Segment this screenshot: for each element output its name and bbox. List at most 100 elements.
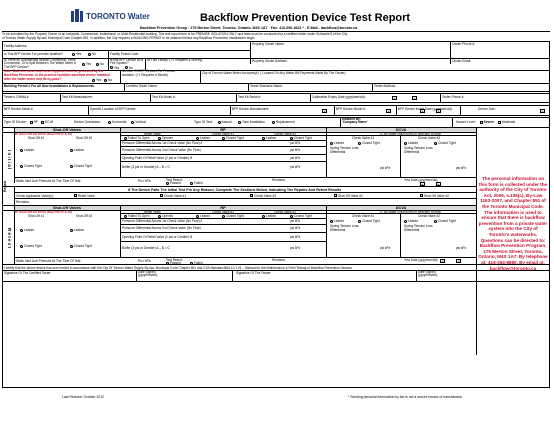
page-title: Backflow Prevention Device Test Report bbox=[200, 12, 411, 24]
toronto-logo-icon bbox=[71, 9, 83, 22]
retest-dcva-cv2-leaked[interactable]: Leaked bbox=[404, 219, 418, 223]
horizontal-radio[interactable] bbox=[108, 120, 111, 124]
retest-test-date-dropdown-2[interactable]: ▾ bbox=[456, 259, 461, 264]
hazard-level-row: Hazard Level: Severe Moderate bbox=[456, 120, 516, 124]
retest-buffer: Buffer (3 psi or Greater) A – B = C bbox=[122, 246, 170, 250]
retest-dcva-cv1-closed[interactable]: Closed Tight bbox=[358, 219, 380, 223]
checkbox-icon bbox=[160, 194, 163, 198]
repair-cv1-check[interactable]: Check Valve #1 bbox=[160, 194, 186, 198]
retest-spring-unit-1: psi kPa bbox=[380, 246, 391, 250]
tester-phone-label: Tester Phone #: bbox=[442, 95, 465, 99]
retest-opening-unit: psi kPa bbox=[290, 235, 301, 239]
building-permit-label: Building Permit # For All New Installati… bbox=[4, 83, 95, 88]
initial-so1-leaked[interactable]: Leaked bbox=[20, 148, 34, 152]
fax-note: * Sending personal information by fax is… bbox=[348, 395, 463, 399]
header-address: Backflow Prevention Group · 275 Merton S… bbox=[140, 26, 358, 30]
unprotected-yes-radio[interactable]: Yes bbox=[82, 62, 91, 66]
premise-no-radio[interactable]: No bbox=[88, 52, 96, 56]
rp-checkbox[interactable] bbox=[29, 120, 33, 124]
note-yes-radio[interactable]: Yes bbox=[92, 78, 101, 82]
initial-pdv1: Pressure Differential Across 1st Check V… bbox=[122, 141, 203, 145]
intro-line-2: of Toronto Water Supply By-law, Municipa… bbox=[2, 36, 256, 40]
initial-opening-unit: psi kPa bbox=[290, 156, 301, 160]
initial-so2-leaked[interactable]: Leaked bbox=[70, 148, 84, 152]
installed-by-label: Installed By: 'Company Name' bbox=[342, 116, 368, 125]
new-installation-radio[interactable] bbox=[238, 120, 242, 124]
calibration-dropdown[interactable]: ▾ bbox=[392, 96, 397, 101]
initial-dcva-cv2-leaked[interactable]: Leaked bbox=[404, 141, 418, 145]
initial-dcva-cv1-closed[interactable]: Closed Tight bbox=[358, 141, 380, 145]
owner-email-label: Owner Email: bbox=[452, 58, 472, 63]
repair-side-label: Repair bbox=[3, 180, 7, 192]
moderate-checkbox[interactable] bbox=[497, 120, 501, 124]
premise-yes-radio[interactable]: Yes bbox=[72, 52, 81, 56]
device-size-dropdown[interactable]: ▾ bbox=[540, 109, 545, 114]
initial-spring-2: Spring Tension Loss Differential bbox=[404, 146, 433, 154]
radio-icon bbox=[104, 78, 107, 82]
unprotected-no-radio[interactable]: No bbox=[96, 62, 104, 66]
replacement-radio[interactable] bbox=[271, 120, 275, 124]
retest-test-date: Test Date (yyyy/mm/dd): bbox=[404, 257, 439, 262]
radio-icon bbox=[404, 141, 407, 145]
radio-icon bbox=[72, 52, 75, 56]
radio-icon bbox=[434, 219, 437, 223]
repair-cv2-check[interactable]: Check Valve #2 bbox=[250, 194, 276, 198]
note-no-radio[interactable]: No bbox=[104, 78, 112, 82]
radio-icon bbox=[20, 244, 23, 248]
retest-so2-closed[interactable]: Closed Tight bbox=[70, 244, 92, 248]
retest-so1-closed[interactable]: Closed Tight bbox=[20, 244, 42, 248]
facility-count-question: At This Facility: (+1 Requires a Survey) bbox=[147, 57, 203, 62]
initial-static-line: Static Inlet Line Pressure At The Time O… bbox=[16, 179, 82, 183]
radio-icon bbox=[82, 62, 85, 66]
repair-so1-check[interactable]: Shut-Off Valve #1 bbox=[334, 194, 363, 198]
retest-so2-leaked[interactable]: Leaked bbox=[70, 228, 84, 232]
orientation-row: Device Orientation: Horizontal Vertical bbox=[74, 120, 146, 124]
date-signed-2-label: Date Signed (yyyy/mm/dd): bbox=[418, 269, 439, 278]
retest-spring-2: Spring Tension Loss Differential bbox=[404, 224, 433, 232]
initial-so1-closed[interactable]: Closed Tight bbox=[20, 164, 42, 168]
retest-pdv1-unit: psi kPa bbox=[290, 219, 301, 223]
annual-radio[interactable] bbox=[217, 120, 221, 124]
retest-test-date-dropdown[interactable]: ▾ bbox=[440, 259, 445, 264]
owner-signature-label: Signature Of The Owner: bbox=[236, 270, 272, 275]
bfp-serial-label: BFP Device Serial #: bbox=[4, 106, 34, 111]
property-owner-address-label: Property Owner Address: bbox=[252, 58, 288, 63]
retest-dcva-cv1: Check Valve #1 bbox=[352, 214, 375, 218]
vertical-radio[interactable] bbox=[131, 120, 135, 124]
initial-side-label: I n i t i a l bbox=[7, 150, 12, 170]
initial-remarks: Remarks: bbox=[272, 177, 286, 182]
repair-relief-check[interactable]: Relief Valve bbox=[74, 194, 95, 198]
retest-dcva-cv2-closed[interactable]: Closed Tight bbox=[434, 219, 456, 223]
initial-failed[interactable]: Failed bbox=[190, 181, 203, 185]
calibration-dropdown-2[interactable]: ▾ bbox=[412, 96, 417, 101]
initial-dcva-cv2-closed[interactable]: Closed Tight bbox=[434, 141, 456, 145]
repair-title: If The Device Fails The Initial Test For… bbox=[128, 187, 342, 192]
radio-icon bbox=[70, 164, 73, 168]
repair-so2-check[interactable]: Shut-Off Valve #2 bbox=[420, 194, 449, 198]
severe-checkbox[interactable] bbox=[479, 120, 483, 124]
install-date-dropdown[interactable]: ▾ bbox=[420, 109, 425, 114]
model-dropdown[interactable]: ▾ bbox=[386, 109, 391, 114]
radio-icon bbox=[92, 78, 95, 82]
retest-side-label: R e t e s t bbox=[7, 228, 12, 249]
retest-dcva-cv1-leaked[interactable]: Leaked bbox=[330, 219, 344, 223]
install-date-dropdown-2[interactable]: ▾ bbox=[436, 109, 441, 114]
initial-so2-closed[interactable]: Closed Tight bbox=[70, 164, 92, 168]
premise-isolation-question: Is This BFP Device For premise isolation… bbox=[4, 52, 64, 56]
test-kit-serial-label: Test Kit Serial #: bbox=[238, 95, 262, 99]
manufacturer-dropdown[interactable]: ▾ bbox=[322, 109, 327, 114]
retest-buffer-unit: psi kPa bbox=[290, 246, 301, 250]
retest-so1-leaked[interactable]: Leaked bbox=[20, 228, 34, 232]
initial-passed[interactable]: Passed bbox=[166, 181, 181, 185]
bfp-model-label: BFP Device Model #: bbox=[336, 106, 366, 111]
initial-pdv1-unit: psi kPa bbox=[290, 141, 301, 145]
initial-pdv2-unit: psi kPa bbox=[290, 148, 301, 152]
number-bfp-label: Number Of BFP Devices For Premise Isolat… bbox=[122, 69, 176, 77]
initial-pdv2: Pressure Differential Across 2nd Check V… bbox=[122, 148, 201, 152]
initial-dcva-cv1-leaked[interactable]: Leaked bbox=[330, 141, 344, 145]
facility-address-field[interactable] bbox=[24, 42, 250, 50]
type-of-test-row: Type Of Test: Annual New Installation Re… bbox=[194, 120, 295, 124]
test-kit-model-label: Test Kit Model #: bbox=[152, 95, 176, 99]
bfp-manufacturer-label: BFP Device Manufacturer: bbox=[232, 106, 270, 111]
dcva-checkbox[interactable] bbox=[40, 120, 44, 124]
